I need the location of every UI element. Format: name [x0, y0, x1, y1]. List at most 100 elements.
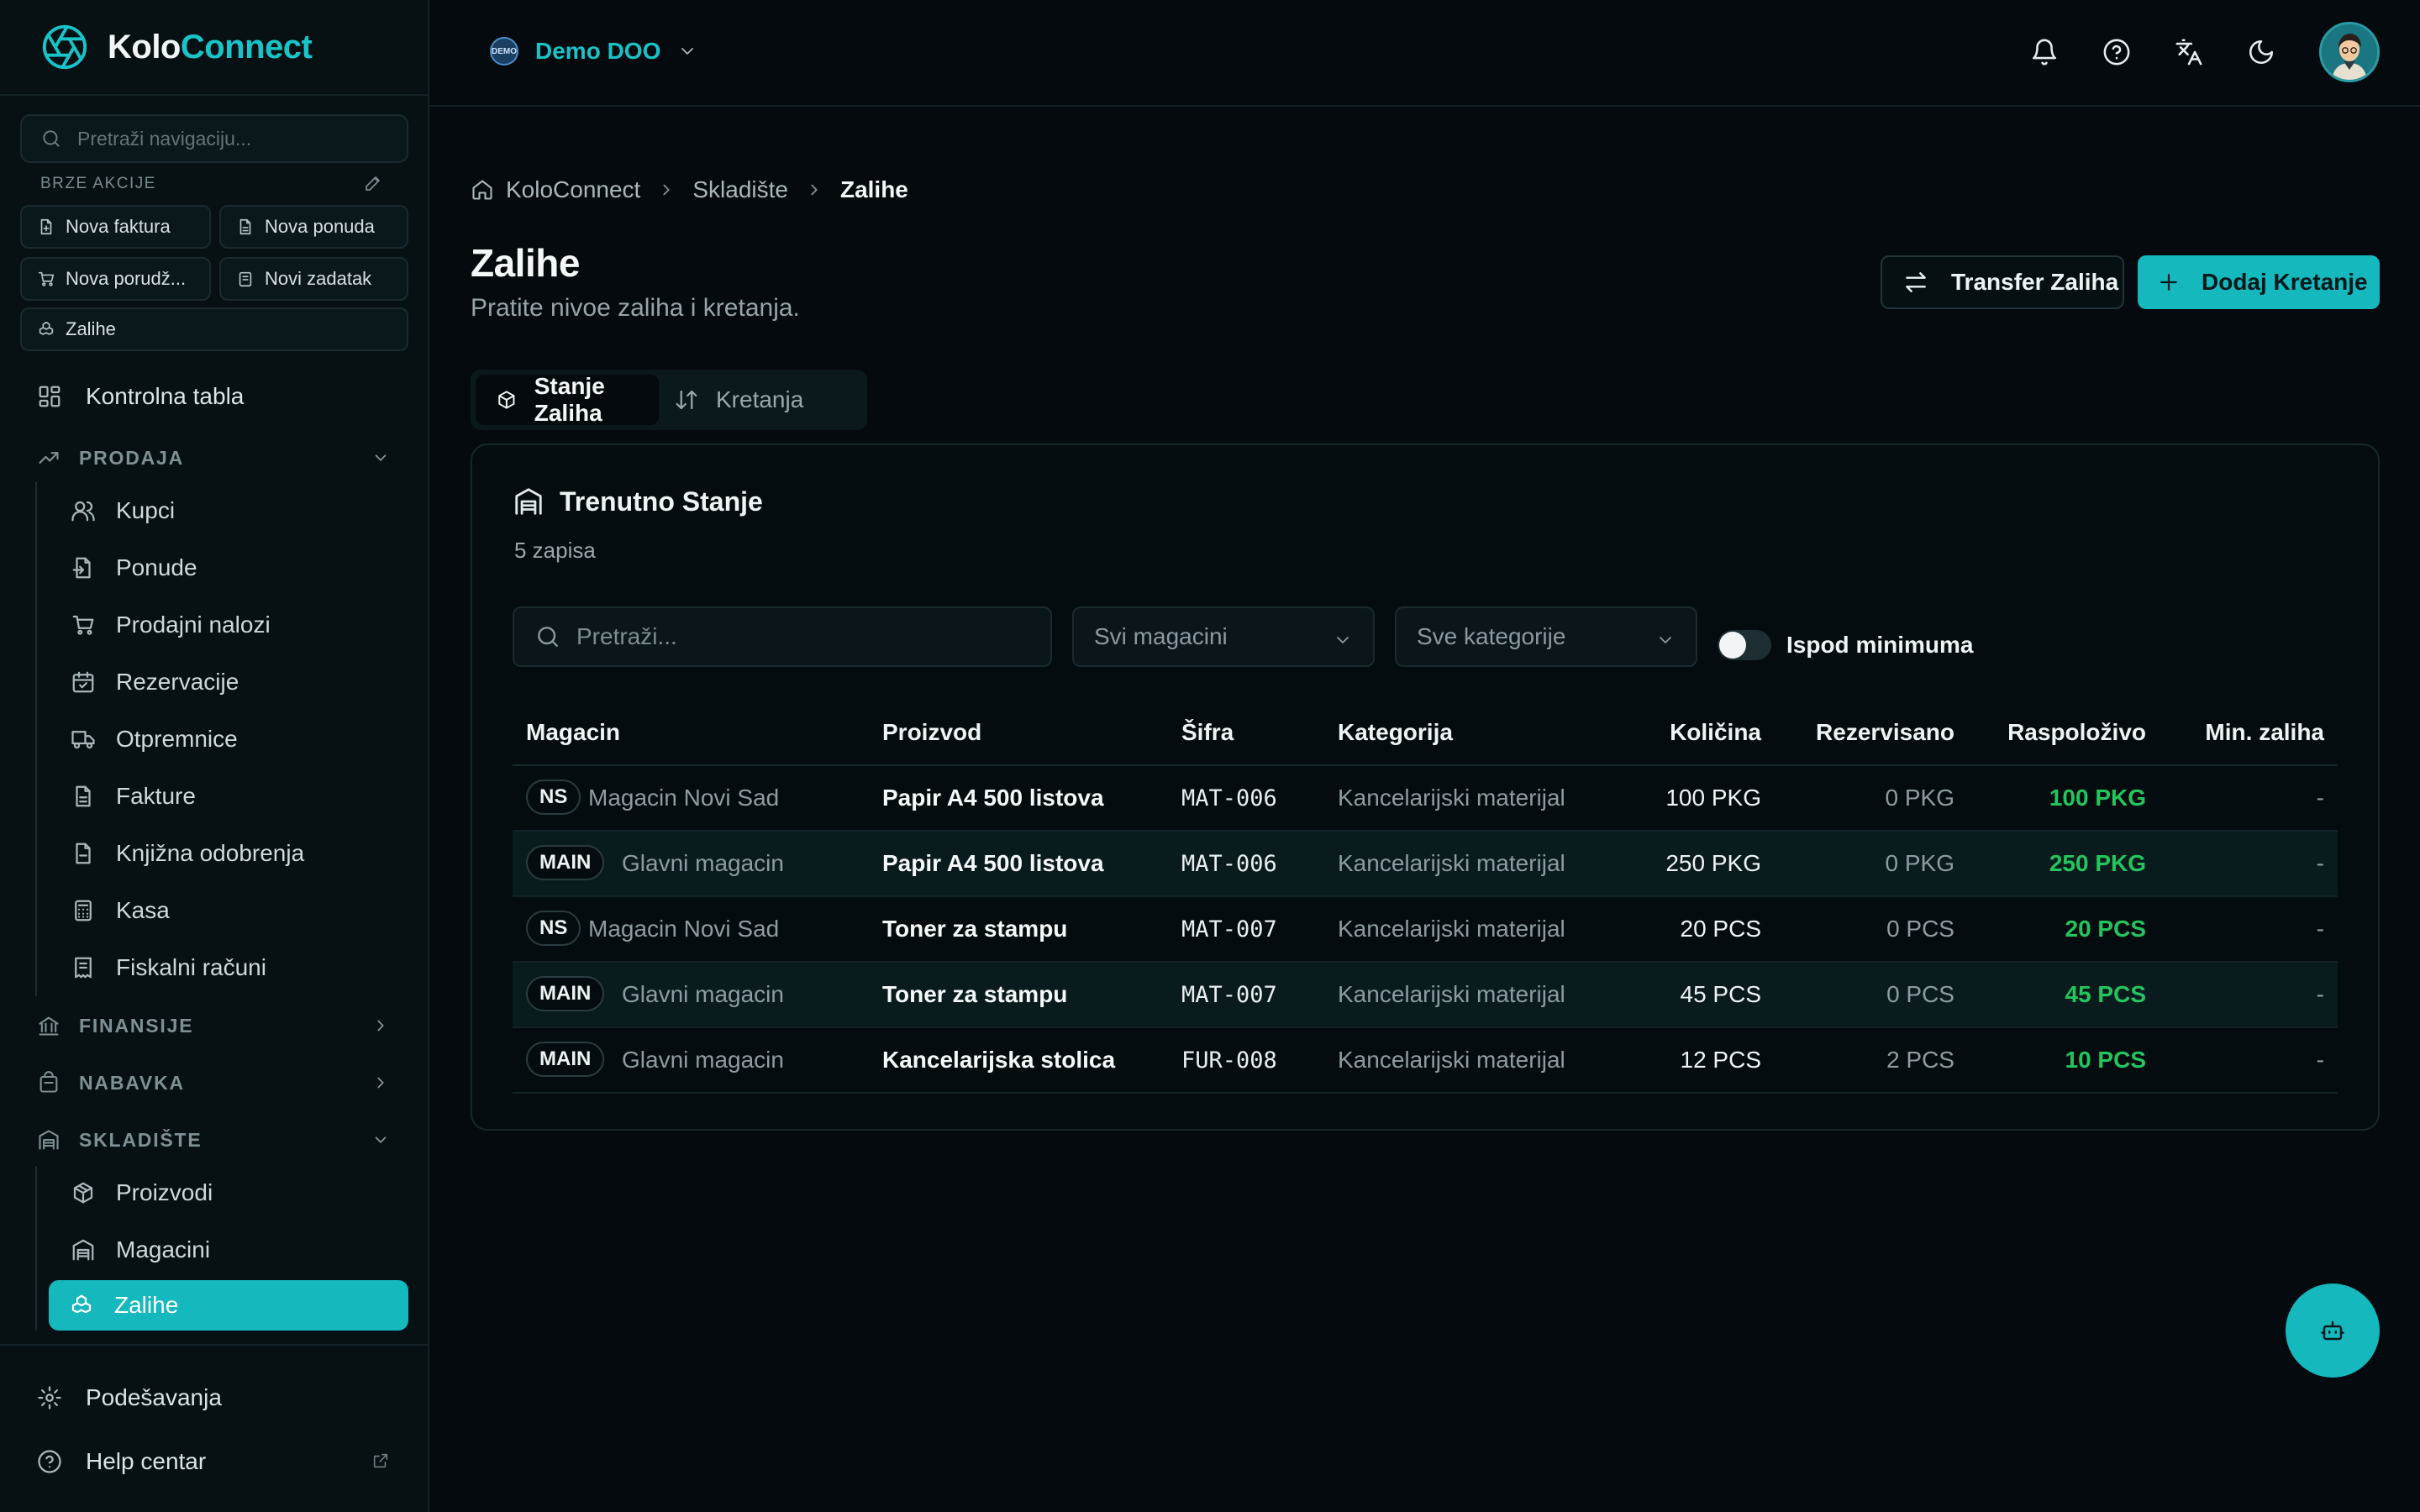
- brand-name: KoloConnect: [108, 28, 313, 66]
- nav-item-kupci[interactable]: Kupci: [69, 486, 408, 536]
- reserved-value: 0 PKG: [1885, 850, 1954, 876]
- transfer-stock-button[interactable]: Transfer Zaliha: [1881, 255, 2124, 309]
- tab-stock[interactable]: Stanje Zaliha: [476, 373, 659, 426]
- nav-search[interactable]: [20, 114, 408, 163]
- brand[interactable]: KoloConnect: [40, 22, 313, 72]
- nav-item-otpremnice[interactable]: Otpremnice: [69, 714, 408, 764]
- translate-icon[interactable]: [2175, 38, 2203, 66]
- nav-item-fiskalni-racuni[interactable]: Fiskalni računi: [69, 942, 408, 993]
- table-row[interactable]: NS Magacin Novi Sad Toner za stampu MAT-007…: [513, 897, 2338, 963]
- nav-section-finansije[interactable]: FINANSIJE: [37, 1005, 390, 1047]
- table-search[interactable]: [513, 606, 1052, 667]
- table-search-input[interactable]: [576, 623, 1047, 650]
- col-warehouse[interactable]: Magacin: [526, 719, 620, 746]
- moon-icon[interactable]: [2247, 38, 2275, 66]
- sku-code: MAT-006: [1181, 851, 1277, 877]
- warehouse-filter-select[interactable]: Svi magacini: [1072, 606, 1375, 667]
- nav-settings[interactable]: Podešavanja: [37, 1374, 222, 1421]
- record-count: 5 zapisa: [514, 538, 596, 563]
- warehouse-name: Magacin Novi Sad: [588, 916, 780, 942]
- breadcrumb: KoloConnect Skladište Zalihe: [471, 176, 908, 203]
- table-body: NS Magacin Novi Sad Papir A4 500 listova MA…: [513, 766, 2338, 1094]
- below-minimum-toggle[interactable]: [1718, 630, 1771, 660]
- add-movement-button[interactable]: Dodaj Kretanje: [2138, 255, 2380, 309]
- below-minimum-filter[interactable]: Ispod minimuma: [1718, 630, 1973, 660]
- col-category[interactable]: Kategorija: [1338, 719, 1453, 746]
- breadcrumb-home[interactable]: KoloConnect: [506, 176, 640, 203]
- topbar: DEMO Demo DOO: [429, 0, 2420, 107]
- col-sku[interactable]: Šifra: [1181, 719, 1234, 746]
- table-row[interactable]: MAIN Glavni magacin Papir A4 500 listova MA…: [513, 832, 2338, 897]
- nav-item-ponude[interactable]: Ponude: [69, 543, 408, 593]
- reserved-value: 0 PCS: [1886, 981, 1954, 1007]
- assistant-bot-button[interactable]: [2286, 1284, 2380, 1378]
- table-row[interactable]: MAIN Glavni magacin Kancelarijska stolica F…: [513, 1028, 2338, 1094]
- nav-section-label: PRODAJA: [79, 446, 185, 469]
- avatar[interactable]: [2319, 22, 2380, 82]
- breadcrumb-section[interactable]: Skladište: [692, 176, 788, 203]
- tab-label: Stanje Zaliha: [534, 373, 605, 426]
- nav-search-input[interactable]: [77, 127, 380, 150]
- product-name: Toner za stampu: [882, 916, 1068, 942]
- quick-action-stock[interactable]: Zalihe: [20, 307, 408, 351]
- home-icon[interactable]: [471, 178, 494, 202]
- quick-action-new-task[interactable]: Novi zadatak: [219, 257, 408, 301]
- category-filter-select[interactable]: Sve kategorije: [1395, 606, 1697, 667]
- col-min-stock[interactable]: Min. zaliha: [2205, 719, 2324, 746]
- nav-item-kasa[interactable]: Kasa: [69, 885, 408, 936]
- pencil-icon[interactable]: [363, 173, 383, 193]
- bell-icon[interactable]: [2030, 38, 2059, 66]
- nav-dashboard[interactable]: Kontrolna tabla: [37, 373, 244, 420]
- arrow-up-down-icon: [676, 390, 697, 410]
- cart-icon: [72, 615, 94, 635]
- quick-action-new-order[interactable]: Nova porudž...: [20, 257, 211, 301]
- topbar-actions: [2030, 22, 2380, 82]
- quantity-value: 20 PCS: [1680, 916, 1762, 942]
- col-quantity[interactable]: Količina: [1670, 719, 1761, 746]
- nav-label: Proizvodi: [116, 1179, 213, 1205]
- col-product[interactable]: Proizvod: [882, 719, 981, 746]
- boxes-icon: [71, 1294, 92, 1314]
- nav-section-prodaja[interactable]: PRODAJA: [37, 437, 390, 479]
- chevron-down-icon: [681, 48, 694, 55]
- cart-icon: [38, 271, 55, 286]
- bank-icon: [39, 1016, 59, 1036]
- nav-item-knjizna-odobrenja[interactable]: Knjižna odobrenja: [69, 828, 408, 879]
- quick-action-new-quote[interactable]: Nova ponuda: [219, 205, 408, 249]
- nav-item-zalihe[interactable]: Zalihe: [49, 1280, 408, 1331]
- nav-item-magacini[interactable]: Magacini: [69, 1225, 408, 1275]
- tab-movements[interactable]: Kretanja: [669, 375, 862, 425]
- warehouse-code-badge: MAIN: [526, 976, 605, 1011]
- company-name: Demo DOO: [535, 38, 661, 64]
- quick-action-new-invoice[interactable]: Nova faktura: [20, 205, 211, 249]
- col-available[interactable]: Raspoloživo: [2007, 719, 2146, 746]
- min-stock-value: -: [2316, 850, 2324, 876]
- category-name: Kancelarijski materijal: [1338, 981, 1565, 1007]
- trending-up-icon: [39, 452, 59, 464]
- warehouse-name: Glavni magacin: [622, 981, 784, 1007]
- stock-table: Magacin Proizvod Šifra Kategorija Količi…: [513, 701, 2338, 1094]
- col-reserved[interactable]: Rezervisano: [1816, 719, 1954, 746]
- nav-help-center[interactable]: Help centar: [37, 1438, 390, 1485]
- dashboard-grid-icon: [39, 386, 60, 407]
- nav-section-skladiste[interactable]: SKLADIŠTE: [37, 1119, 390, 1161]
- quick-actions-title: BRZE AKCIJE: [40, 175, 156, 192]
- company-switcher[interactable]: DEMO Demo DOO: [490, 37, 697, 66]
- table-row[interactable]: MAIN Glavni magacin Toner za stampu MAT-007…: [513, 963, 2338, 1028]
- help-circle-icon[interactable]: [2102, 38, 2131, 66]
- category-name: Kancelarijski materijal: [1338, 916, 1565, 942]
- nav-item-proizvodi[interactable]: Proizvodi: [69, 1168, 408, 1218]
- nav-section-label: SKLADIŠTE: [79, 1128, 203, 1151]
- nav-item-rezervacije[interactable]: Rezervacije: [69, 657, 408, 707]
- nav-label: Ponude: [116, 554, 197, 580]
- min-stock-value: -: [2316, 981, 2324, 1007]
- file-text-icon: [239, 218, 251, 235]
- table-row[interactable]: NS Magacin Novi Sad Papir A4 500 listova MA…: [513, 766, 2338, 832]
- nav-item-fakture[interactable]: Fakture: [69, 771, 408, 822]
- nav-label: Fakture: [116, 783, 196, 809]
- product-name: Papir A4 500 listova: [882, 785, 1104, 811]
- nav-item-prodajni-nalozi[interactable]: Prodajni nalozi: [69, 600, 408, 650]
- nav-section-nabavka[interactable]: NABAVKA: [37, 1062, 390, 1104]
- file-input-icon: [72, 557, 91, 579]
- warehouse-icon: [39, 1130, 59, 1150]
